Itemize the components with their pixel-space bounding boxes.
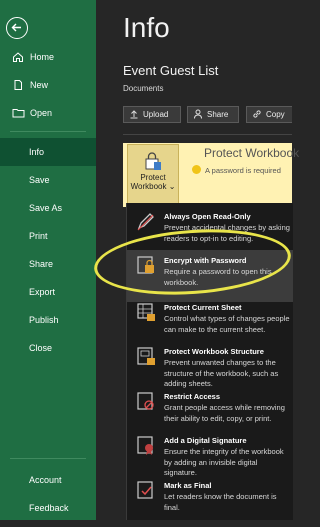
share-button[interactable]: Share — [187, 106, 239, 123]
sidebar-item-label: Home — [30, 52, 55, 62]
protect-heading: Protect Workbook — [204, 146, 300, 160]
sidebar-item-print[interactable]: Print — [0, 222, 96, 250]
sidebar-item-share[interactable]: Share — [0, 250, 96, 278]
menu-item-description: Let readers know the document is final. — [164, 492, 277, 512]
sidebar-item-home[interactable]: Home — [0, 43, 96, 71]
upload-icon — [129, 109, 139, 121]
sidebar-item-label: Share — [29, 259, 54, 269]
back-arrow-icon[interactable] — [6, 17, 28, 39]
sidebar-item-save[interactable]: Save — [0, 166, 96, 194]
copy-link-button[interactable]: Copy — [246, 106, 292, 123]
sidebar-item-close[interactable]: Close — [0, 334, 96, 362]
signature-icon — [135, 434, 157, 456]
workbook-lock-icon — [135, 345, 157, 367]
warning-icon — [192, 165, 201, 174]
upload-button[interactable]: Upload — [123, 106, 181, 123]
new-file-icon — [10, 77, 26, 93]
sidebar-item-label: Save — [29, 175, 50, 185]
sidebar-item-label: Open — [30, 108, 53, 118]
sidebar-item-label: Publish — [29, 315, 59, 325]
sidebar-item-publish[interactable]: Publish — [0, 306, 96, 334]
folder-icon — [10, 105, 26, 121]
menu-item-mark-as-final[interactable]: Mark as Final Let readers know the docum… — [127, 475, 293, 527]
chevron-down-icon: ⌄ — [168, 182, 176, 191]
protect-button-label-1: Protect — [140, 173, 166, 182]
sidebar-divider — [10, 458, 86, 459]
pencil-icon — [135, 210, 157, 232]
sheet-lock-icon — [135, 301, 157, 323]
menu-item-title: Mark as Final — [164, 481, 212, 490]
protect-button-label-2: Workbook ⌄ — [128, 182, 178, 191]
sidebar-item-feedback[interactable]: Feedback — [0, 494, 96, 522]
backstage-sidebar: Home New Open Info Save Save As Print Sh… — [0, 0, 96, 520]
menu-item-description: Ensure the integrity of the workbook by … — [164, 447, 284, 477]
sidebar-item-open[interactable]: Open — [0, 99, 96, 127]
sidebar-item-label: Export — [29, 287, 56, 297]
sidebar-item-label: New — [30, 80, 49, 90]
file-location: Documents — [123, 84, 164, 93]
protect-button-label-2-text: Workbook — [130, 182, 167, 191]
menu-item-title: Always Open Read-Only — [164, 212, 251, 221]
menu-item-title: Protect Current Sheet — [164, 303, 242, 312]
copy-label: Copy — [266, 110, 285, 119]
sidebar-divider — [10, 131, 86, 132]
home-icon — [10, 49, 26, 65]
sidebar-item-info[interactable]: Info — [0, 138, 96, 166]
page-title: Info — [123, 12, 170, 43]
sidebar-item-new[interactable]: New — [0, 71, 96, 99]
upload-label: Upload — [143, 110, 169, 119]
copy-link-icon — [252, 109, 262, 121]
menu-item-title: Restrict Access — [164, 392, 221, 401]
sidebar-item-label: Close — [29, 343, 53, 353]
sidebar-item-save-as[interactable]: Save As — [0, 194, 96, 222]
menu-item-title: Add a Digital Signature — [164, 436, 247, 445]
sidebar-item-label: Info — [29, 147, 45, 157]
sidebar-item-account[interactable]: Account — [0, 466, 96, 494]
share-icon — [193, 109, 203, 121]
protect-description: A password is required — [205, 166, 281, 175]
menu-item-title: Protect Workbook Structure — [164, 347, 264, 356]
protect-workbook-button[interactable]: Protect Workbook ⌄ — [127, 144, 179, 206]
sidebar-item-label: Account — [29, 475, 62, 485]
final-mark-icon — [135, 479, 157, 501]
sidebar-item-label: Save As — [29, 203, 63, 213]
sidebar-item-label: Print — [29, 231, 48, 241]
sidebar-item-export[interactable]: Export — [0, 278, 96, 306]
padlock-icon — [143, 151, 163, 171]
menu-item-description: Prevent unwanted changes to the structur… — [164, 358, 279, 388]
menu-item-description: Control what types of changes people can… — [164, 314, 290, 334]
menu-item-description: Grant people access while removing their… — [164, 403, 285, 423]
file-name: Event Guest List — [123, 63, 219, 78]
restrict-access-icon — [135, 390, 157, 412]
section-divider — [123, 134, 292, 135]
share-label: Share — [207, 110, 229, 119]
sidebar-item-label: Feedback — [29, 503, 69, 513]
